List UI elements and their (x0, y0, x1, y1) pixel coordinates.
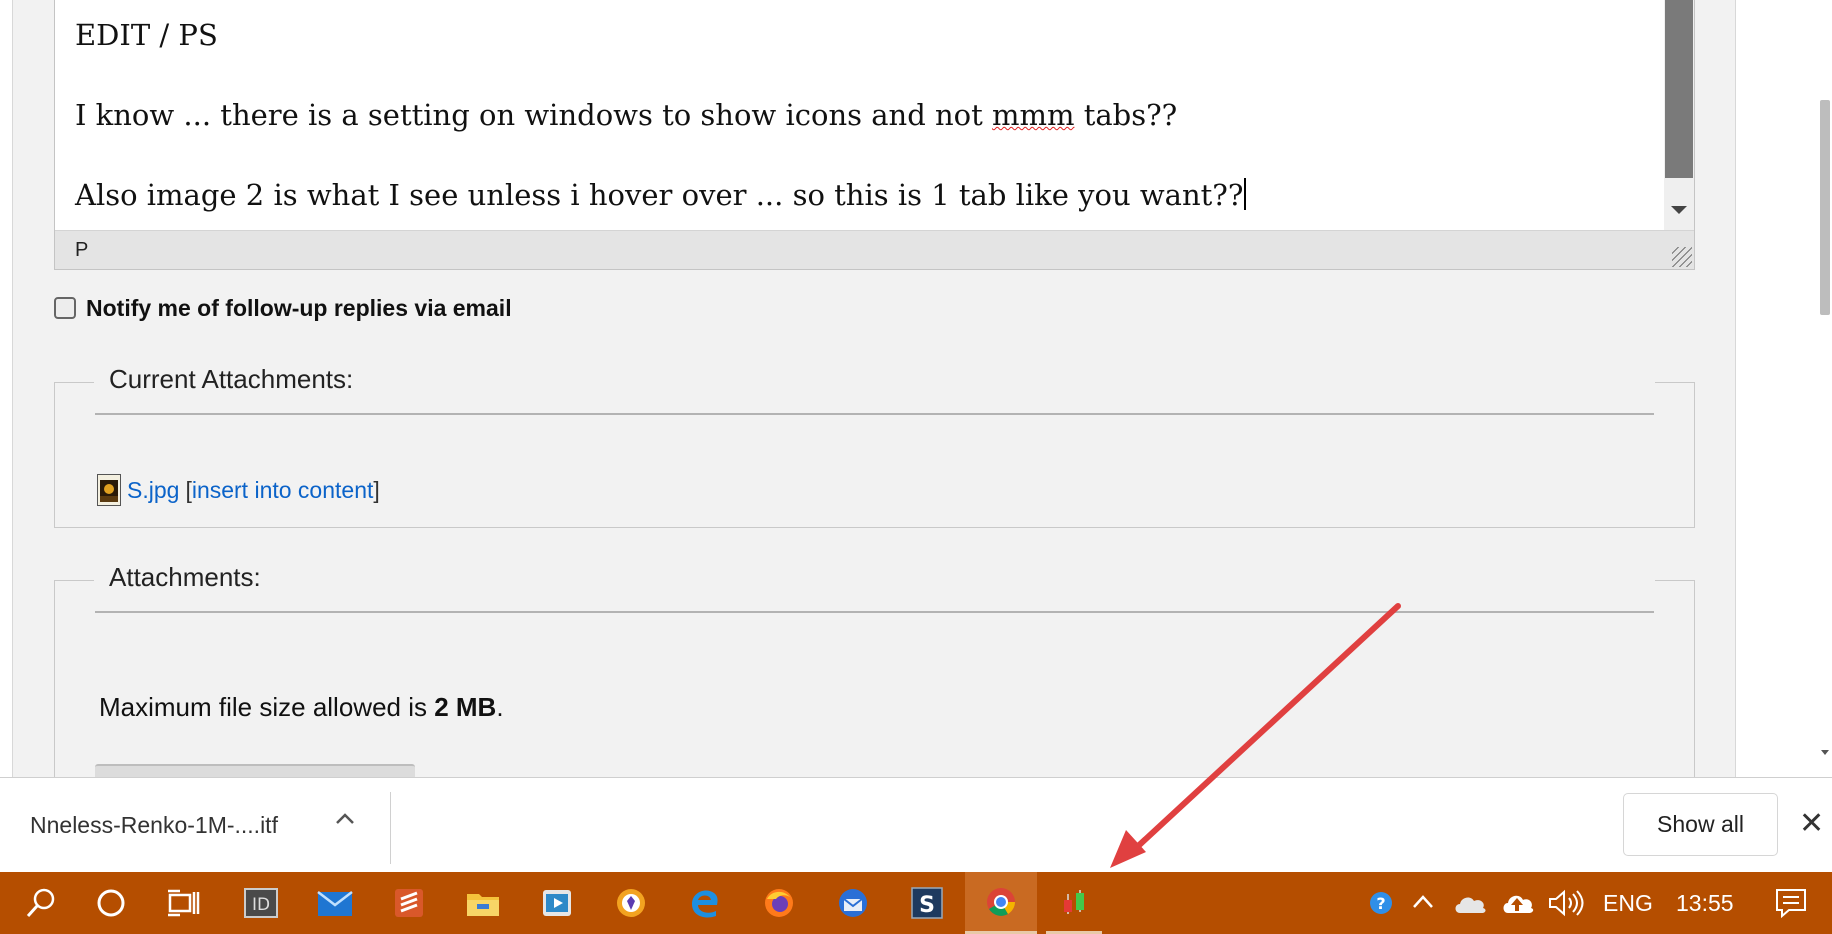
notify-label[interactable]: Notify me of follow-up replies via email (86, 295, 512, 322)
onedrive-cloud-icon[interactable] (1450, 872, 1490, 934)
svg-text:ID: ID (252, 895, 270, 915)
search-icon[interactable] (18, 872, 64, 934)
attachments-legend: Attachments: (105, 562, 265, 593)
editor-line-1: EDIT / PS (75, 18, 218, 52)
trading-chart-icon[interactable] (1046, 872, 1102, 934)
current-attachments-section: Current Attachments: S.jpg [insert into … (54, 364, 1695, 528)
editor-status-bar: P (55, 230, 1694, 269)
show-hidden-icons-chevron-icon[interactable] (1408, 872, 1438, 934)
editor-scrollbar-thumb[interactable] (1665, 0, 1693, 178)
frame-edge (1655, 580, 1695, 581)
action-center-icon[interactable] (1768, 872, 1814, 934)
edge-icon[interactable] (682, 872, 728, 934)
frame-edge (54, 382, 94, 383)
image-file-icon (97, 474, 121, 506)
windows-taskbar: ID S ? ENG 13:55 (0, 872, 1832, 934)
video-player-icon[interactable] (534, 872, 580, 934)
chrome-icon[interactable] (965, 872, 1037, 934)
misspelled-word: mmm (991, 98, 1075, 132)
attachment-file-link[interactable]: S.jpg (127, 477, 179, 504)
attachments-section: Attachments: Maximum file size allowed i… (54, 562, 1695, 777)
sublime-icon[interactable] (386, 872, 432, 934)
frame-edge (1655, 382, 1695, 383)
attachment-item: S.jpg [insert into content] (97, 474, 380, 506)
current-attachments-legend: Current Attachments: (105, 364, 358, 395)
browser-page: EDIT / PS I know ... there is a setting … (0, 0, 1832, 777)
download-file-name[interactable]: Nneless-Renko-1M-....itf (30, 812, 278, 839)
text-caret (1244, 178, 1247, 210)
divider (95, 611, 1654, 613)
download-bar: Nneless-Renko-1M-....itf Show all ✕ (0, 777, 1832, 872)
divider (390, 792, 391, 864)
volume-icon[interactable] (1545, 872, 1587, 934)
chevron-up-icon[interactable] (334, 808, 356, 830)
editor-line-2-text: I know ... there is a setting on windows… (75, 98, 983, 132)
mail-icon[interactable] (312, 872, 358, 934)
cortana-icon[interactable] (88, 872, 134, 934)
max-size-value: 2 MB (434, 692, 497, 722)
bracket-close: ] (373, 476, 380, 503)
editor-scrollbar[interactable] (1664, 0, 1694, 230)
notify-checkbox[interactable] (54, 297, 76, 319)
page-scrollbar-thumb[interactable] (1820, 100, 1830, 315)
snagit-icon[interactable]: S (904, 872, 950, 934)
max-file-size-note: Maximum file size allowed is 2 MB. (99, 692, 504, 723)
indesign-icon[interactable]: ID (238, 872, 284, 934)
editor-line-2-end: tabs?? (1083, 98, 1178, 132)
max-size-suffix: . (496, 692, 504, 722)
resize-grip-icon[interactable] (1672, 247, 1692, 267)
file-explorer-icon[interactable] (460, 872, 506, 934)
close-icon[interactable]: ✕ (1799, 809, 1824, 839)
editor-line-2: I know ... there is a setting on windows… (75, 94, 1655, 137)
choose-file-button[interactable] (95, 764, 415, 777)
insert-into-content-link[interactable]: insert into content (192, 477, 374, 504)
page-scroll-down-icon[interactable] (1821, 750, 1829, 755)
notify-option[interactable]: Notify me of follow-up replies via email (54, 293, 512, 323)
frame-edge (54, 580, 94, 581)
page-scrollbar[interactable] (1818, 0, 1832, 777)
rich-text-editor[interactable]: EDIT / PS I know ... there is a setting … (54, 0, 1695, 270)
editor-line-3-text: Also image 2 is what I see unless i hove… (75, 178, 1244, 212)
divider (95, 413, 1654, 415)
language-indicator[interactable]: ENG (1603, 890, 1653, 917)
firefox-icon[interactable] (756, 872, 802, 934)
help-icon[interactable]: ? (1366, 872, 1396, 934)
task-view-icon[interactable] (160, 872, 206, 934)
clock[interactable]: 13:55 (1676, 890, 1734, 917)
max-size-prefix: Maximum file size allowed is (99, 692, 427, 722)
show-all-button[interactable]: Show all (1623, 793, 1778, 856)
element-path[interactable]: P (75, 239, 88, 262)
editor-content[interactable]: EDIT / PS I know ... there is a setting … (75, 14, 1655, 254)
editor-line-3: Also image 2 is what I see unless i hove… (75, 174, 1655, 217)
svg-text:S: S (919, 893, 935, 918)
svg-text:?: ? (1376, 894, 1385, 913)
brave-icon[interactable] (608, 872, 654, 934)
thunderbird-icon[interactable] (830, 872, 876, 934)
cloud-upload-icon[interactable] (1497, 872, 1537, 934)
scroll-down-arrow-icon[interactable] (1671, 206, 1687, 214)
